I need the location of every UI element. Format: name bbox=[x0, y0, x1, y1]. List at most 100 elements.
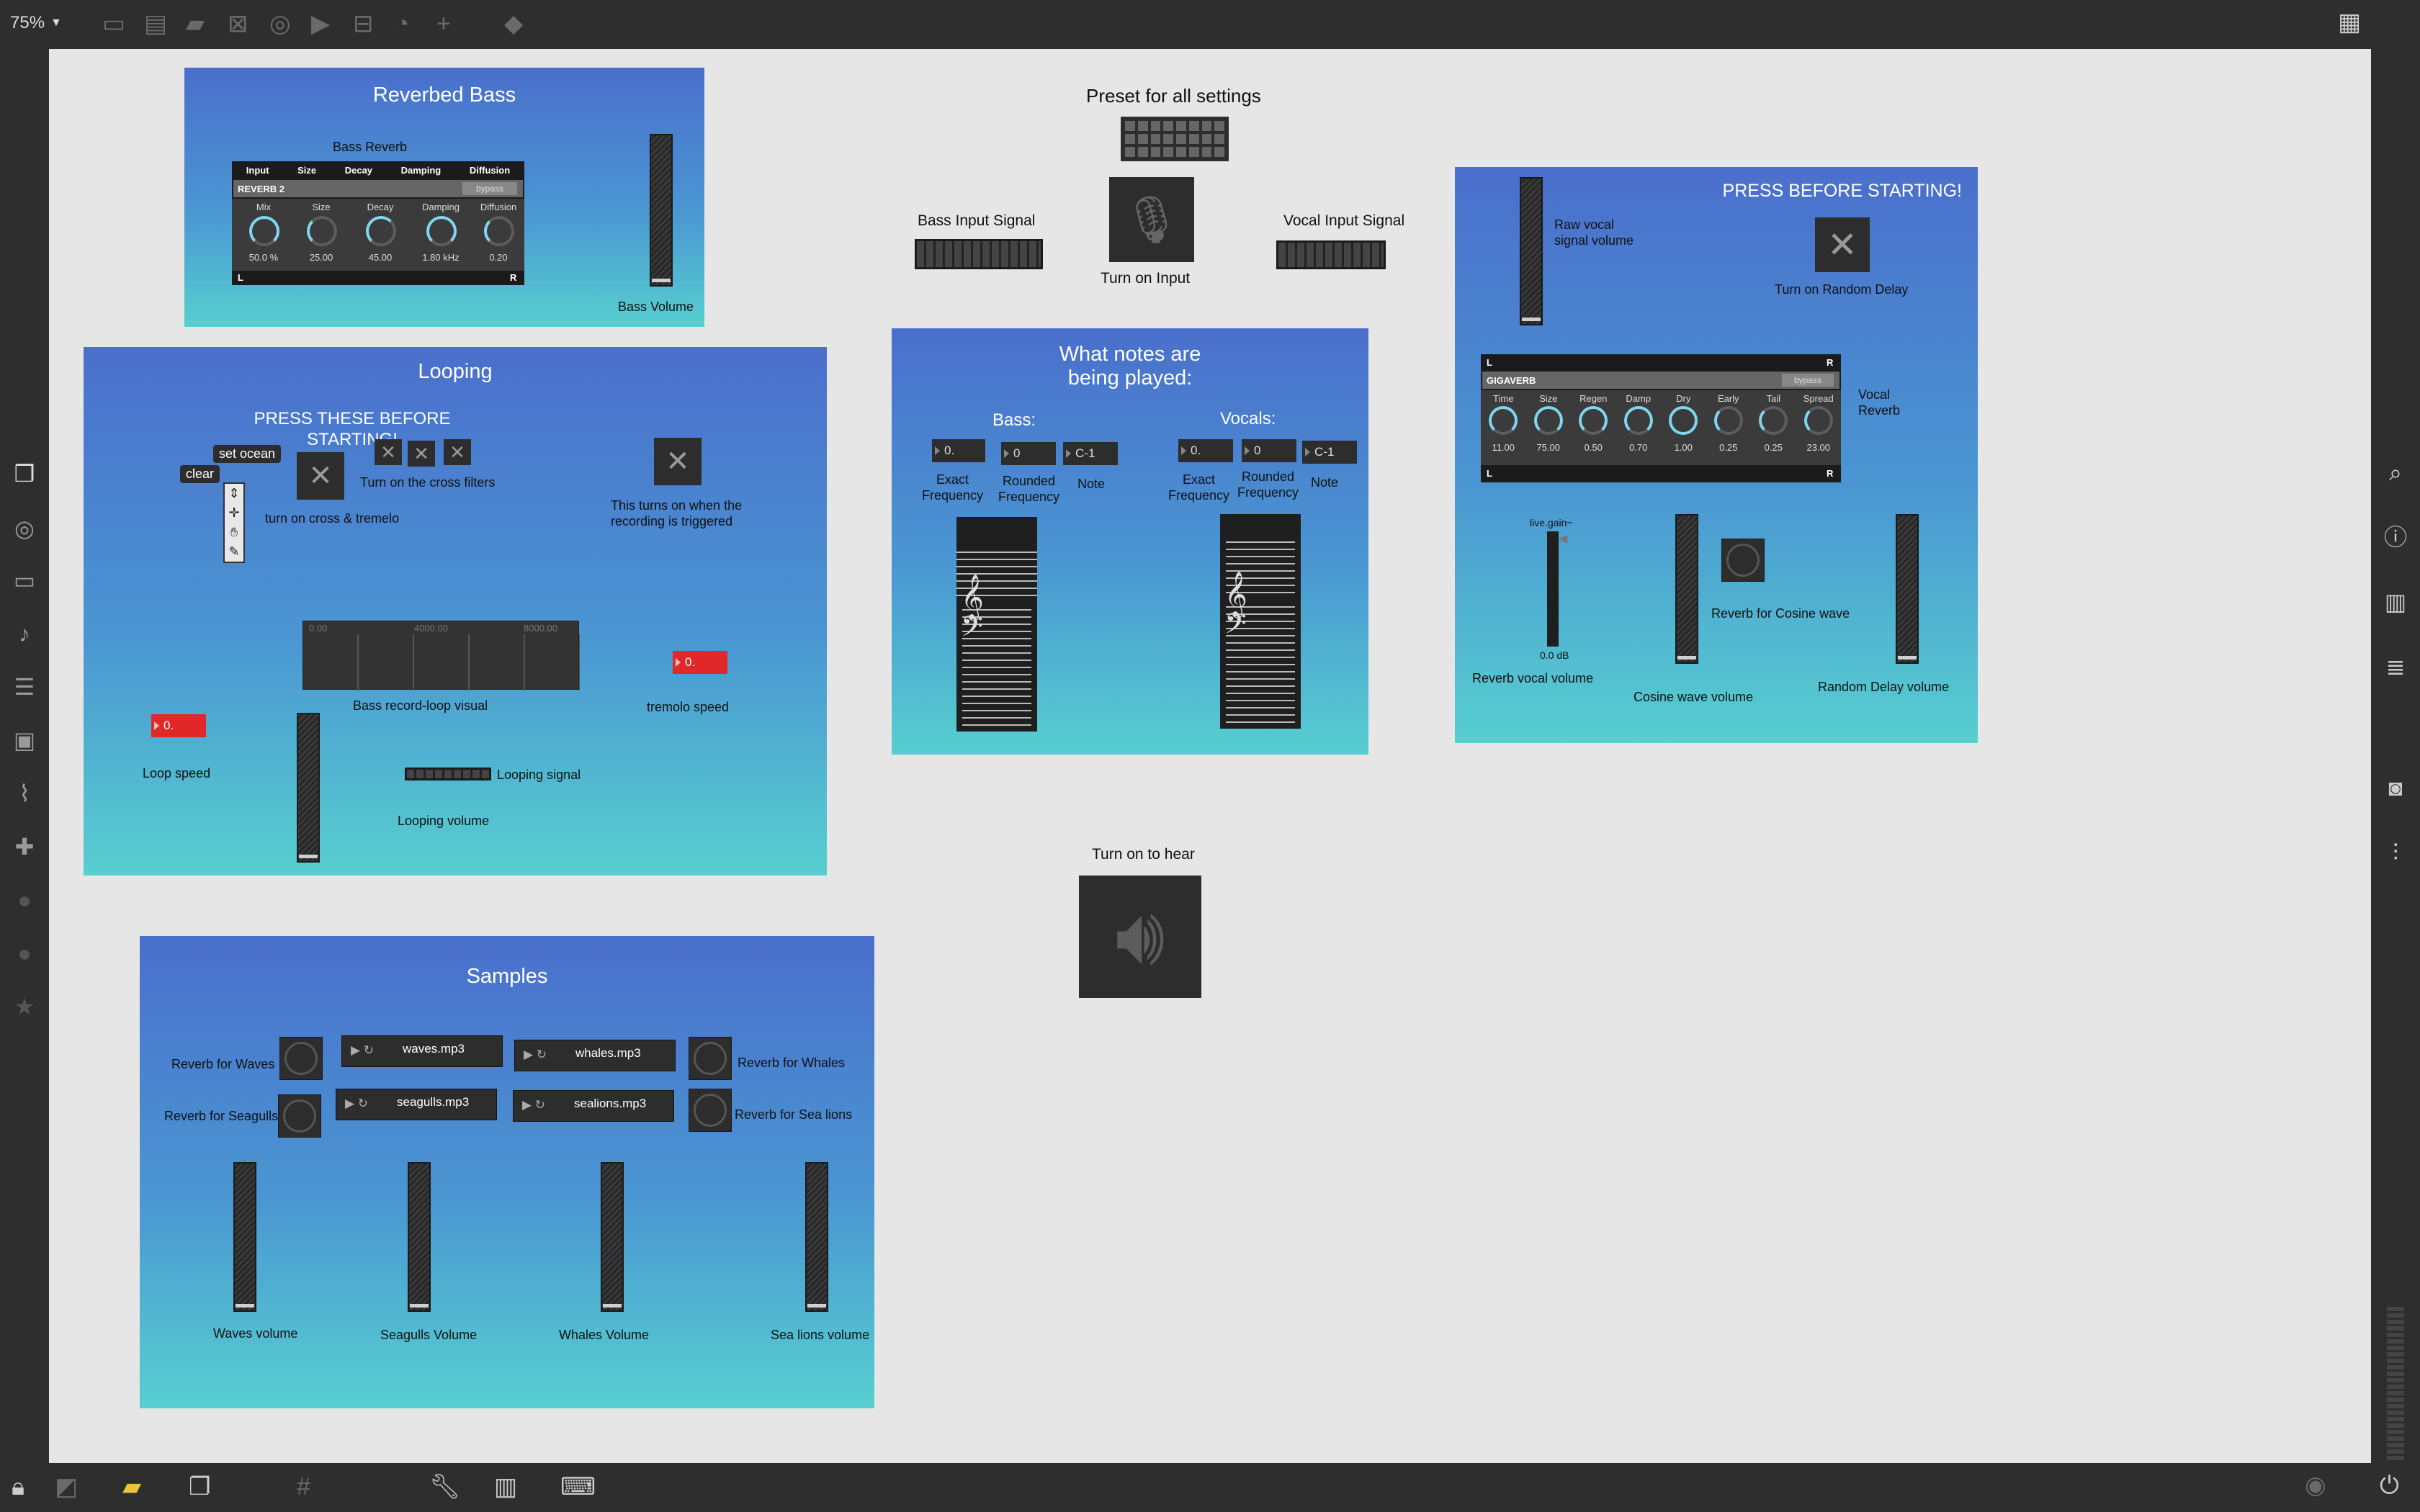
preset-grid[interactable] bbox=[1121, 117, 1229, 161]
bass-exact-freq[interactable]: 0. bbox=[932, 439, 985, 462]
comment-toggle-icon[interactable]: ▰ bbox=[122, 1475, 141, 1499]
waves-player[interactable]: ▶ ↻ waves.mp3 bbox=[341, 1035, 503, 1067]
camera-icon[interactable]: ◙ bbox=[2371, 776, 2420, 799]
random-delay-toggle[interactable]: ✕ bbox=[1815, 217, 1870, 272]
waves-volume-slider[interactable] bbox=[233, 1162, 256, 1312]
film-icon[interactable]: ▭ bbox=[0, 569, 49, 592]
add-object-icon[interactable]: + bbox=[436, 12, 451, 36]
package-icon[interactable]: ❒ bbox=[0, 462, 49, 485]
slider-knob[interactable] bbox=[1677, 656, 1696, 660]
tremolo-speed-box[interactable]: 0. bbox=[673, 651, 727, 674]
seagulls-volume-slider[interactable] bbox=[408, 1162, 431, 1312]
zoom-menu[interactable]: 75% ▼ bbox=[10, 13, 62, 33]
audio-on-icon[interactable]: ◉ bbox=[2305, 1473, 2326, 1498]
set-ocean-button[interactable]: set ocean bbox=[213, 445, 282, 463]
cross-filter-toggle-2[interactable]: ✕ bbox=[408, 441, 435, 467]
knob-dry[interactable]: Dry 1.00 bbox=[1663, 393, 1703, 458]
plug-icon[interactable]: ✚ bbox=[0, 835, 49, 858]
knob-tail[interactable]: Tail 0.25 bbox=[1753, 393, 1793, 458]
vocal-exact-freq[interactable]: 0. bbox=[1178, 439, 1233, 462]
slider-object-icon[interactable]: ⊟ bbox=[353, 12, 374, 36]
list-bullets-icon[interactable]: ≣ bbox=[2371, 655, 2420, 678]
bypass-button[interactable]: bypass bbox=[462, 182, 517, 195]
slider-knob[interactable] bbox=[1898, 656, 1917, 660]
bass-volume-slider[interactable] bbox=[650, 134, 673, 287]
play-icon[interactable]: ▶ ↻ bbox=[524, 1048, 547, 1062]
reverb-waves-dial[interactable] bbox=[279, 1037, 323, 1080]
patcher-canvas[interactable]: Reverbed Bass Bass Reverb Input Size Dec… bbox=[49, 49, 2371, 1463]
random-delay-volume-slider[interactable] bbox=[1896, 514, 1919, 664]
play-icon[interactable]: ▶ ↻ bbox=[345, 1097, 368, 1111]
button-icon[interactable]: ⊠ bbox=[228, 12, 248, 36]
clear-button[interactable]: clear bbox=[180, 465, 220, 483]
bypass-button[interactable]: bypass bbox=[1782, 374, 1834, 387]
raw-vocal-slider[interactable] bbox=[1520, 177, 1543, 325]
reverb-whales-dial[interactable] bbox=[689, 1037, 732, 1080]
image-icon[interactable]: ▣ bbox=[0, 729, 49, 752]
keyboard-icon[interactable]: ⌨ bbox=[560, 1475, 596, 1499]
power-icon[interactable]: ⏻ bbox=[2380, 1473, 2399, 1498]
seagulls-player[interactable]: ▶ ↻ seagulls.mp3 bbox=[336, 1089, 497, 1120]
waveform-display[interactable]: 0.00 4000.00 8000.00 bbox=[302, 621, 580, 690]
hand-icon[interactable]: ✋︎ bbox=[230, 525, 238, 540]
knob-regen[interactable]: Regen 0.50 bbox=[1573, 393, 1613, 458]
gain-pointer-icon[interactable]: ◀ bbox=[1559, 531, 1567, 546]
play-object-icon[interactable]: ▶ bbox=[311, 12, 330, 36]
music-note-icon[interactable]: ♪ bbox=[0, 622, 49, 645]
whales-player[interactable]: ▶ ↻ whales.mp3 bbox=[514, 1040, 676, 1071]
knob-size[interactable]: Size 75.00 bbox=[1528, 393, 1569, 458]
windows-icon[interactable]: ❐ bbox=[189, 1475, 210, 1499]
bass-note[interactable]: C-1 bbox=[1063, 442, 1118, 465]
piano-icon[interactable]: ▥ bbox=[494, 1475, 517, 1499]
dial-object-icon[interactable]: ◔ bbox=[395, 12, 410, 36]
search-icon[interactable]: ⌕ bbox=[2371, 461, 2420, 484]
move-icon[interactable]: ✛ bbox=[228, 505, 239, 521]
paperclip-icon[interactable]: ⌇ bbox=[0, 782, 49, 805]
knob-size[interactable]: Size 25.00 bbox=[300, 202, 343, 263]
sealions-player[interactable]: ▶ ↻ sealions.mp3 bbox=[513, 1090, 674, 1122]
play-icon[interactable]: ▶ ↻ bbox=[351, 1043, 374, 1058]
knob-early[interactable]: Early 0.25 bbox=[1708, 393, 1749, 458]
sealions-volume-slider[interactable] bbox=[805, 1162, 828, 1312]
star-icon[interactable]: ★ bbox=[0, 995, 49, 1018]
reverb-seagulls-dial[interactable] bbox=[278, 1094, 321, 1138]
info-icon[interactable]: ⓘ bbox=[2371, 526, 2420, 549]
list-icon[interactable]: ☰ bbox=[0, 675, 49, 698]
cross-tremelo-toggle[interactable]: ✕ bbox=[297, 452, 344, 500]
circle-b-icon[interactable]: ● bbox=[0, 942, 49, 965]
comment-icon[interactable]: ▰ bbox=[186, 12, 205, 36]
knob-mix[interactable]: Mix 50.0 % bbox=[242, 202, 285, 263]
knob-decay[interactable]: Decay 45.00 bbox=[359, 202, 402, 263]
slider-knob[interactable] bbox=[299, 855, 318, 858]
loop-speed-box[interactable]: 0. bbox=[151, 714, 206, 737]
mixer-icon[interactable]: ⫶ bbox=[2371, 841, 2420, 864]
knob-damp[interactable]: Damp 0.70 bbox=[1618, 393, 1659, 458]
knob-time[interactable]: Time 11.00 bbox=[1483, 393, 1523, 458]
looping-volume-slider[interactable] bbox=[297, 713, 320, 863]
cross-filter-toggle-1[interactable]: ✕ bbox=[375, 439, 402, 465]
record-trigger-toggle[interactable]: ✕ bbox=[654, 438, 702, 485]
wrench-icon[interactable]: 🔧︎ bbox=[429, 1475, 460, 1499]
slider-knob[interactable] bbox=[236, 1304, 254, 1308]
slider-knob[interactable] bbox=[603, 1304, 622, 1308]
new-object-icon[interactable]: ▭ bbox=[102, 12, 125, 36]
book-icon[interactable]: ▥ bbox=[2371, 590, 2420, 613]
vocal-note[interactable]: C-1 bbox=[1302, 441, 1357, 464]
pencil-icon[interactable]: ✎ bbox=[228, 544, 239, 559]
mic-button[interactable]: 🎙︎ bbox=[1109, 177, 1194, 262]
target-icon[interactable]: ◎ bbox=[0, 517, 49, 540]
paint-bucket-icon[interactable]: ◆ bbox=[504, 12, 523, 36]
knob-diffusion[interactable]: Diffusion 0.20 bbox=[477, 202, 520, 263]
vocal-rounded-freq[interactable]: 0 bbox=[1242, 439, 1296, 462]
lock-icon[interactable]: 🔒︎ bbox=[12, 1475, 24, 1499]
vimeo-icon[interactable]: ● bbox=[0, 888, 49, 912]
presentation-icon[interactable]: ◩ bbox=[55, 1475, 78, 1499]
grid-icon[interactable]: ▦ bbox=[2338, 10, 2361, 35]
knob-spread[interactable]: Spread 23.00 bbox=[1798, 393, 1839, 458]
knob-damping[interactable]: Damping 1.80 kHz bbox=[419, 202, 462, 263]
cosine-volume-slider[interactable] bbox=[1675, 514, 1698, 664]
grid-snap-icon[interactable]: # bbox=[297, 1475, 310, 1499]
cosine-reverb-dial[interactable] bbox=[1721, 539, 1765, 582]
slider-knob[interactable] bbox=[410, 1304, 429, 1308]
toggle-icon[interactable]: ◎ bbox=[269, 12, 291, 36]
